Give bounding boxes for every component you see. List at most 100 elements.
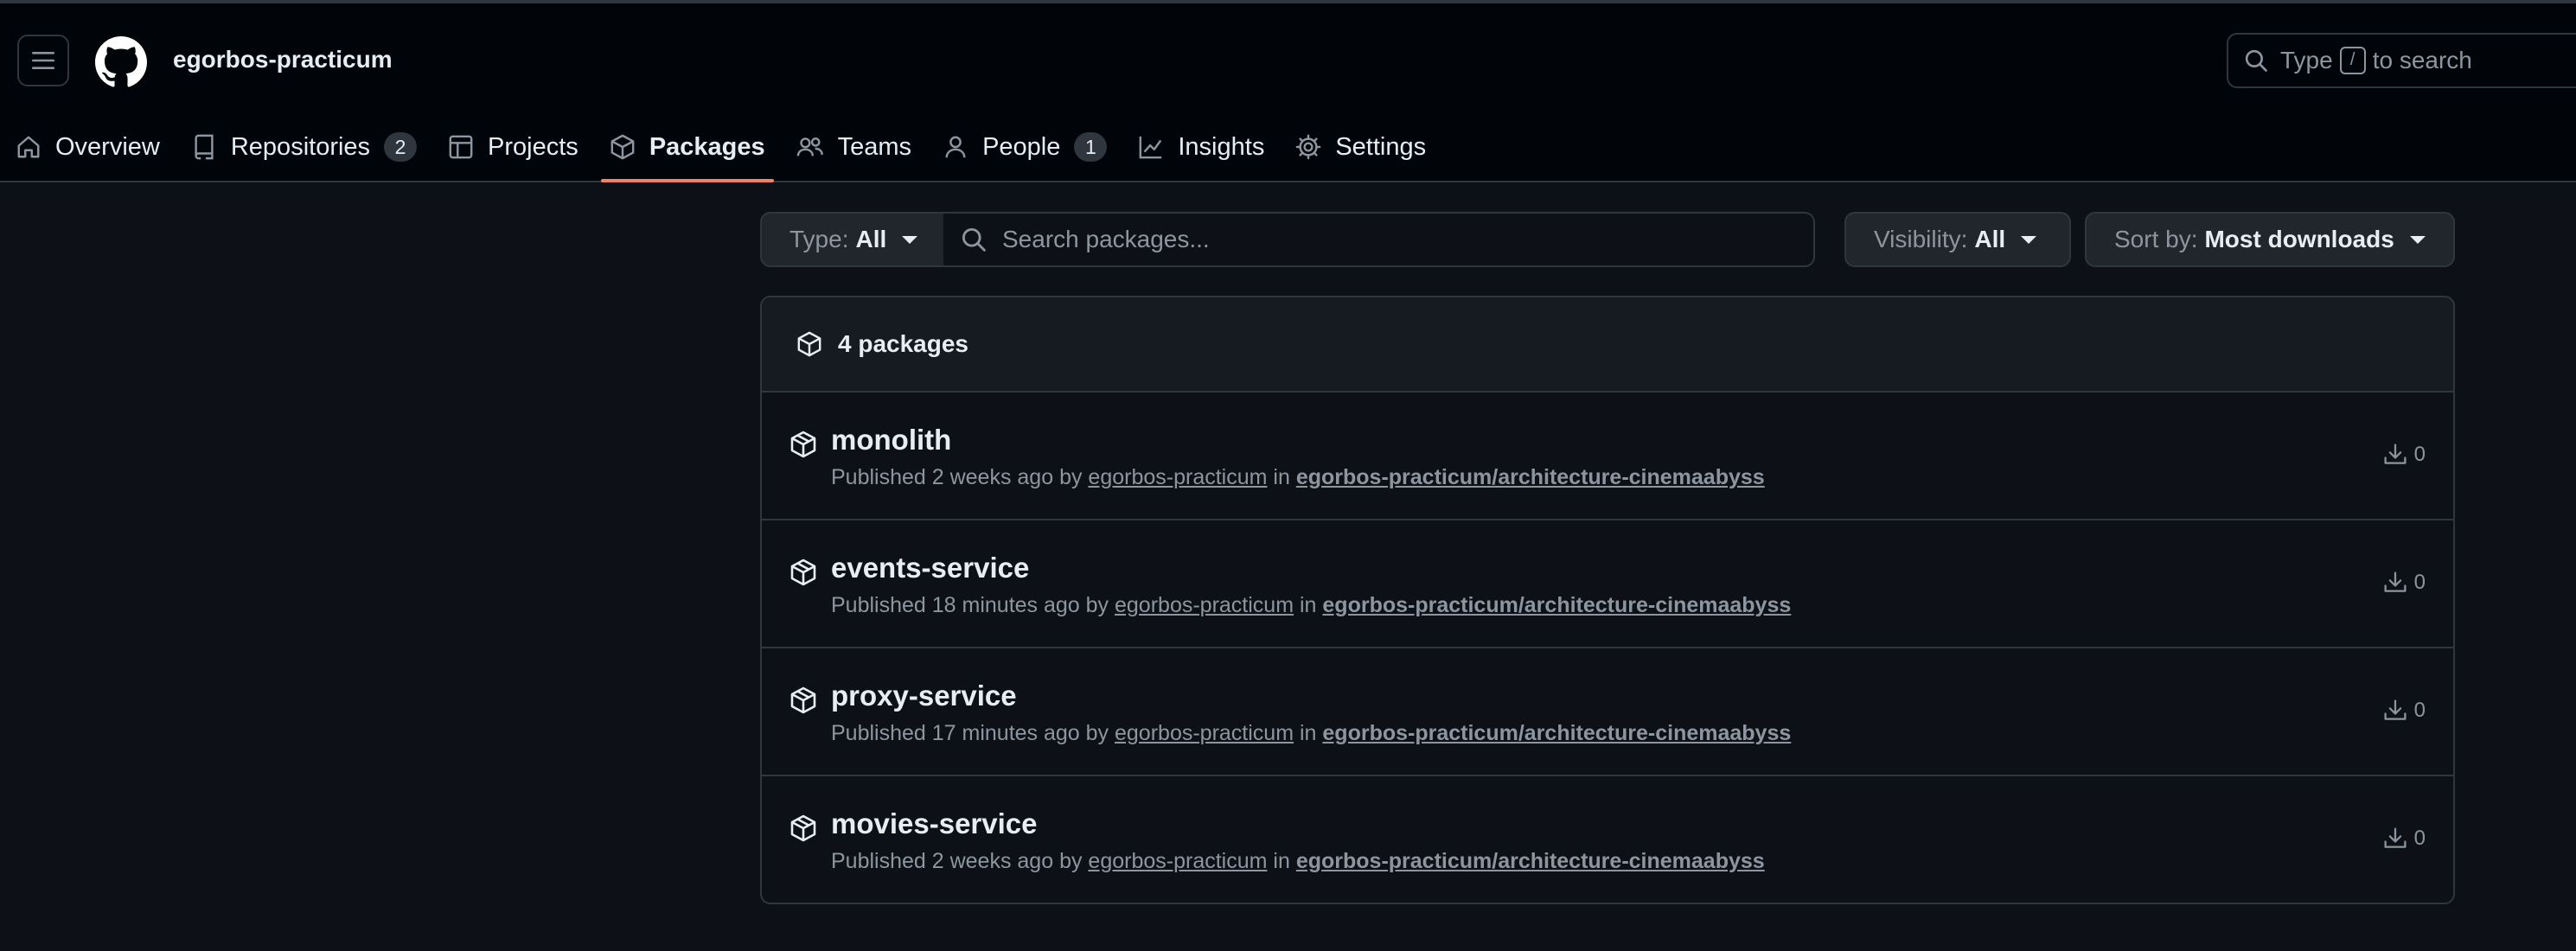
package-icon	[790, 558, 816, 586]
package-icon	[790, 814, 816, 842]
tab-label: Packages	[649, 132, 765, 161]
repo-icon	[195, 134, 214, 160]
package-row: proxy-service Published 17 minutes ago b…	[762, 648, 2453, 776]
package-icon	[790, 686, 816, 714]
tab-label: Repositories	[230, 132, 371, 161]
people-icon	[796, 137, 823, 156]
package-row: events-service Published 18 minutes ago …	[762, 520, 2453, 648]
publisher-link[interactable]: egorbos-practicum	[1088, 849, 1267, 873]
tab-settings[interactable]: Settings	[1280, 123, 1441, 171]
repository-link[interactable]: egorbos-practicum/architecture-cinemaaby…	[1296, 465, 1765, 489]
download-count: 0	[2383, 443, 2426, 467]
tab-teams[interactable]: Teams	[781, 123, 927, 171]
package-name-link[interactable]: events-service	[831, 552, 1029, 584]
package-search-input[interactable]	[1000, 225, 1782, 254]
repositories-count: 2	[384, 132, 418, 162]
package-meta: Published 2 weeks ago by egorbos-practic…	[831, 465, 1765, 490]
search-shortcut-key: /	[2339, 47, 2366, 74]
tab-overview[interactable]: Overview	[0, 123, 176, 171]
download-count-value: 0	[2413, 443, 2426, 466]
in-text: in	[1299, 721, 1317, 745]
package-icon	[797, 331, 821, 357]
caret-down-icon	[2021, 235, 2037, 244]
repository-link[interactable]: egorbos-practicum/architecture-cinemaaby…	[1296, 849, 1765, 873]
menu-button[interactable]	[17, 35, 69, 86]
tab-repositories[interactable]: Repositories 2	[176, 123, 432, 171]
in-text: in	[1299, 593, 1317, 617]
repository-link[interactable]: egorbos-practicum/architecture-cinemaaby…	[1322, 721, 1791, 745]
tab-label: Settings	[1335, 132, 1427, 161]
type-filter-value: All	[855, 226, 887, 252]
search-hint-prefix: Type	[2280, 47, 2333, 73]
download-count: 0	[2383, 571, 2426, 595]
package-meta: Published 18 minutes ago by egorbos-prac…	[831, 593, 1791, 618]
package-row: monolith Published 2 weeks ago by egorbo…	[762, 393, 2453, 520]
package-icon	[610, 134, 635, 160]
caret-down-icon	[902, 235, 918, 244]
repository-link[interactable]: egorbos-practicum/architecture-cinemaaby…	[1322, 593, 1791, 617]
package-row: movies-service Published 2 weeks ago by …	[762, 776, 2453, 903]
global-search[interactable]: Type / to search	[2227, 33, 2576, 88]
search-icon	[962, 227, 986, 252]
in-text: in	[1273, 849, 1290, 873]
packages-count: 4 packages	[838, 330, 968, 357]
type-filter-label: Type:	[789, 226, 849, 252]
sort-label: Sort by:	[2114, 226, 2198, 252]
tab-label: Overview	[55, 132, 160, 161]
package-icon	[790, 431, 816, 458]
package-name-link[interactable]: movies-service	[831, 807, 1038, 840]
caret-down-icon	[2409, 235, 2426, 244]
publisher-link[interactable]: egorbos-practicum	[1088, 465, 1267, 489]
package-meta: Published 17 minutes ago by egorbos-prac…	[831, 721, 1791, 746]
publisher-link[interactable]: egorbos-practicum	[1115, 593, 1294, 617]
in-text: in	[1273, 465, 1290, 489]
visibility-filter-button[interactable]: Visibility: All	[1844, 212, 2071, 267]
person-icon	[945, 136, 966, 158]
packages-list: 4 packages monolith Published 2 weeks ag…	[760, 296, 2455, 904]
sort-value: Most downloads	[2204, 226, 2394, 252]
packages-main: Type: All Visibility: All Sort by: Most …	[760, 212, 2576, 904]
published-text: Published 2 weeks ago by	[831, 465, 1083, 489]
type-filter-button[interactable]: Type: All	[760, 212, 945, 267]
download-icon	[2384, 827, 2407, 848]
tab-packages[interactable]: Packages	[594, 123, 781, 182]
download-count-value: 0	[2413, 571, 2426, 594]
packages-list-header: 4 packages	[762, 297, 2453, 393]
published-text: Published 2 weeks ago by	[831, 849, 1083, 873]
download-icon	[2384, 444, 2407, 464]
tab-label: Projects	[488, 132, 578, 161]
sort-button[interactable]: Sort by: Most downloads	[2085, 212, 2455, 267]
search-icon	[2245, 49, 2267, 72]
package-name-link[interactable]: proxy-service	[831, 680, 1017, 712]
published-text: Published 17 minutes ago by	[831, 721, 1109, 745]
org-name[interactable]: egorbos-practicum	[173, 46, 393, 73]
published-text: Published 18 minutes ago by	[831, 593, 1109, 617]
package-filters: Type: All Visibility: All Sort by: Most …	[760, 212, 2576, 267]
gear-icon	[1295, 134, 1321, 160]
package-search[interactable]	[943, 212, 1815, 267]
download-icon	[2384, 699, 2407, 720]
org-header: egorbos-practicum Type / to search Overv…	[0, 3, 2576, 182]
tab-projects[interactable]: Projects	[432, 123, 594, 171]
publisher-link[interactable]: egorbos-practicum	[1115, 721, 1294, 745]
home-icon	[17, 136, 40, 158]
download-count: 0	[2383, 699, 2426, 723]
package-name-link[interactable]: monolith	[831, 424, 951, 456]
visibility-filter-value: All	[1974, 226, 2006, 252]
tab-label: People	[982, 132, 1061, 161]
tab-label: Teams	[837, 132, 912, 161]
hamburger-icon	[32, 52, 54, 69]
search-hint-suffix: to search	[2372, 47, 2472, 73]
org-nav: Overview Repositories 2 Projects Package…	[0, 123, 1441, 182]
download-count: 0	[2383, 827, 2426, 851]
graph-icon	[1139, 136, 1162, 159]
download-count-value: 0	[2413, 827, 2426, 850]
download-icon	[2384, 571, 2407, 592]
github-logo-icon[interactable]	[95, 36, 147, 88]
people-count: 1	[1074, 132, 1108, 162]
table-icon	[449, 135, 473, 159]
tab-people[interactable]: People 1	[927, 123, 1122, 171]
tab-label: Insights	[1178, 132, 1265, 161]
tab-insights[interactable]: Insights	[1122, 123, 1280, 171]
visibility-filter-label: Visibility:	[1874, 226, 1968, 252]
